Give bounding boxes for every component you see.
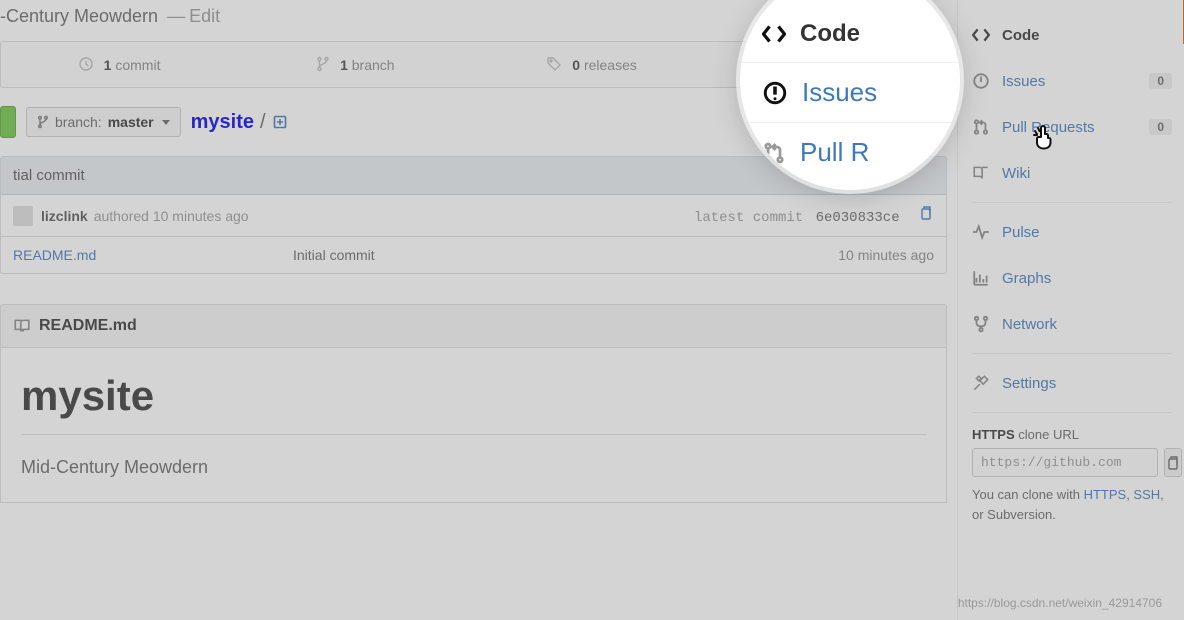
clone-note: You can clone with HTTPS, SSH, or Subver…: [972, 485, 1172, 524]
commit-sha[interactable]: 6e030833ce: [816, 210, 900, 226]
tag-icon: [546, 56, 562, 72]
avatar: [13, 206, 33, 226]
repo-description-row: -Century Meowdern — Edit: [0, 0, 947, 33]
sidebar-item-graphs[interactable]: Graphs: [972, 255, 1172, 301]
history-icon: [78, 56, 94, 72]
file-time: 10 minutes ago: [838, 247, 934, 263]
pull-request-icon: [972, 118, 990, 136]
branch-selector[interactable]: branch: master: [26, 107, 181, 137]
book-open-icon: [972, 164, 990, 182]
clone-ssh-link[interactable]: SSH: [1133, 487, 1160, 502]
sidebar-item-code[interactable]: Code: [972, 12, 1172, 58]
sidebar-item-wiki[interactable]: Wiki: [972, 150, 1172, 196]
clone-panel: HTTPS clone URL You can clone with HTTPS…: [972, 427, 1172, 524]
commit-time: authored 10 minutes ago: [94, 208, 249, 224]
file-commit-message[interactable]: Initial commit: [293, 247, 375, 263]
compare-button[interactable]: [0, 106, 16, 138]
clone-url-input[interactable]: [972, 448, 1158, 477]
clone-https-link[interactable]: HTTPS: [1084, 487, 1127, 502]
sidebar-item-settings[interactable]: Settings: [972, 360, 1172, 406]
clone-protocol[interactable]: HTTPS: [972, 427, 1015, 442]
sidebar-item-issues[interactable]: Issues 0: [972, 58, 1172, 104]
repo-sidebar: Code Issues 0 Pull Requests 0 Wiki: [957, 0, 1184, 620]
new-file-button[interactable]: [272, 114, 288, 130]
readme-h1: mysite: [21, 372, 926, 420]
tools-icon: [972, 374, 990, 392]
copy-sha-icon[interactable]: [918, 205, 934, 221]
stat-releases[interactable]: 0 releases: [474, 42, 710, 87]
issues-count: 0: [1149, 73, 1172, 89]
stat-contributors[interactable]: [710, 42, 946, 87]
pulse-icon: [972, 223, 990, 241]
breadcrumb: mysite /: [191, 111, 288, 134]
file-row[interactable]: README.md Initial commit 10 minutes ago: [0, 237, 947, 274]
graph-icon: [972, 269, 990, 287]
sidebar-item-network[interactable]: Network: [972, 301, 1172, 347]
repo-description: -Century Meowdern —: [0, 6, 189, 27]
sidebar-item-pull-requests[interactable]: Pull Requests 0: [972, 104, 1172, 150]
stat-commits[interactable]: 1 commit: [1, 42, 237, 87]
breadcrumb-root[interactable]: mysite: [191, 111, 254, 134]
copy-url-button[interactable]: [1164, 448, 1182, 477]
branch-name: master: [108, 114, 154, 130]
book-icon: [13, 317, 31, 335]
readme-subtitle: Mid-Century Meowdern: [21, 457, 926, 478]
stat-branches[interactable]: 1 branch: [237, 42, 473, 87]
latest-commit-title: tial commit: [0, 156, 947, 195]
fork-icon: [972, 315, 990, 333]
sidebar-item-pulse[interactable]: Pulse: [972, 209, 1172, 255]
edit-description[interactable]: Edit: [189, 6, 220, 27]
code-icon: [972, 26, 990, 44]
readme-body: mysite Mid-Century Meowdern: [0, 348, 947, 503]
branch-icon-small: [37, 115, 49, 129]
repo-stats-bar: 1 commit 1 branch 0 releases: [0, 41, 947, 88]
watermark: https://blog.csdn.net/weixin_42914706: [958, 596, 1162, 610]
commit-author[interactable]: lizclink: [41, 208, 88, 224]
branch-icon: [316, 56, 330, 72]
pr-count: 0: [1149, 119, 1172, 135]
file-name[interactable]: README.md: [13, 247, 293, 263]
branch-label: branch:: [55, 114, 102, 130]
latest-commit-row: lizclink authored 10 minutes ago latest …: [0, 195, 947, 237]
readme-header: README.md: [0, 304, 947, 348]
chevron-down-icon: [162, 120, 170, 125]
issue-icon: [972, 72, 990, 90]
